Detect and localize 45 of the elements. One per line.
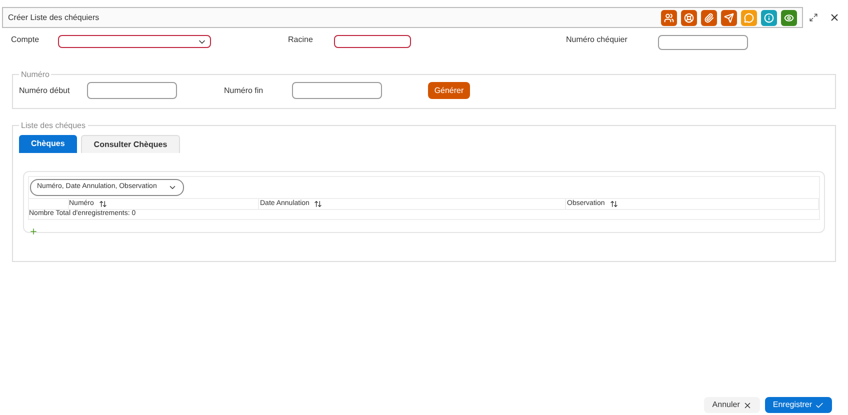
- cancel-button[interactable]: Annuler: [704, 397, 760, 413]
- select-field[interactable]: [58, 35, 211, 48]
- tab[interactable]: Chèques: [19, 135, 77, 153]
- close-button[interactable]: [829, 12, 840, 23]
- maximize-button[interactable]: [809, 13, 818, 22]
- lifebuoy-icon-button[interactable]: [681, 10, 697, 26]
- users-icon: [664, 12, 674, 22]
- send-icon-button[interactable]: [721, 10, 737, 26]
- generate-button[interactable]: Générer: [428, 82, 470, 99]
- tab[interactable]: Consulter Chèques: [80, 135, 180, 153]
- maximize-icon: [809, 13, 818, 22]
- send-icon: [724, 12, 734, 22]
- button-label: Enregistrer: [772, 399, 812, 411]
- save-button[interactable]: Enregistrer: [764, 397, 832, 413]
- x-icon: [742, 400, 752, 410]
- comment-icon-button[interactable]: [741, 10, 757, 26]
- paperclip-icon: [704, 12, 714, 22]
- input-field[interactable]: [334, 35, 411, 48]
- info-icon-button[interactable]: [761, 10, 777, 26]
- eye-icon-button[interactable]: [781, 10, 797, 26]
- field-label: Racine: [288, 34, 314, 46]
- field-label: Numéro chéquier: [566, 34, 628, 46]
- comment-icon: [744, 12, 754, 22]
- add-button[interactable]: [29, 227, 38, 236]
- input-field[interactable]: [87, 82, 177, 99]
- lifebuoy-icon: [684, 12, 694, 22]
- input-field[interactable]: [292, 82, 382, 99]
- field-label: Compte: [11, 34, 40, 46]
- info-icon: [764, 12, 774, 22]
- panel-legend: Liste des chéques: [19, 120, 88, 132]
- sort-icon[interactable]: [610, 200, 618, 208]
- sort-icon[interactable]: [98, 200, 107, 208]
- field-label: Numéro fin: [224, 85, 264, 97]
- paperclip-icon-button[interactable]: [701, 10, 717, 26]
- close-icon: [829, 12, 840, 23]
- button-label: Annuler: [712, 399, 740, 411]
- users-icon-button[interactable]: [661, 10, 677, 26]
- check-icon: [815, 400, 824, 410]
- field-label: Numéro début: [19, 85, 71, 97]
- input-field[interactable]: [658, 35, 748, 50]
- sort-icon[interactable]: [314, 200, 322, 208]
- chevron-down-icon: [168, 183, 177, 192]
- eye-icon: [784, 12, 794, 22]
- plus-icon: [29, 227, 38, 236]
- window-title: Créer Liste des chéquiers: [8, 12, 100, 24]
